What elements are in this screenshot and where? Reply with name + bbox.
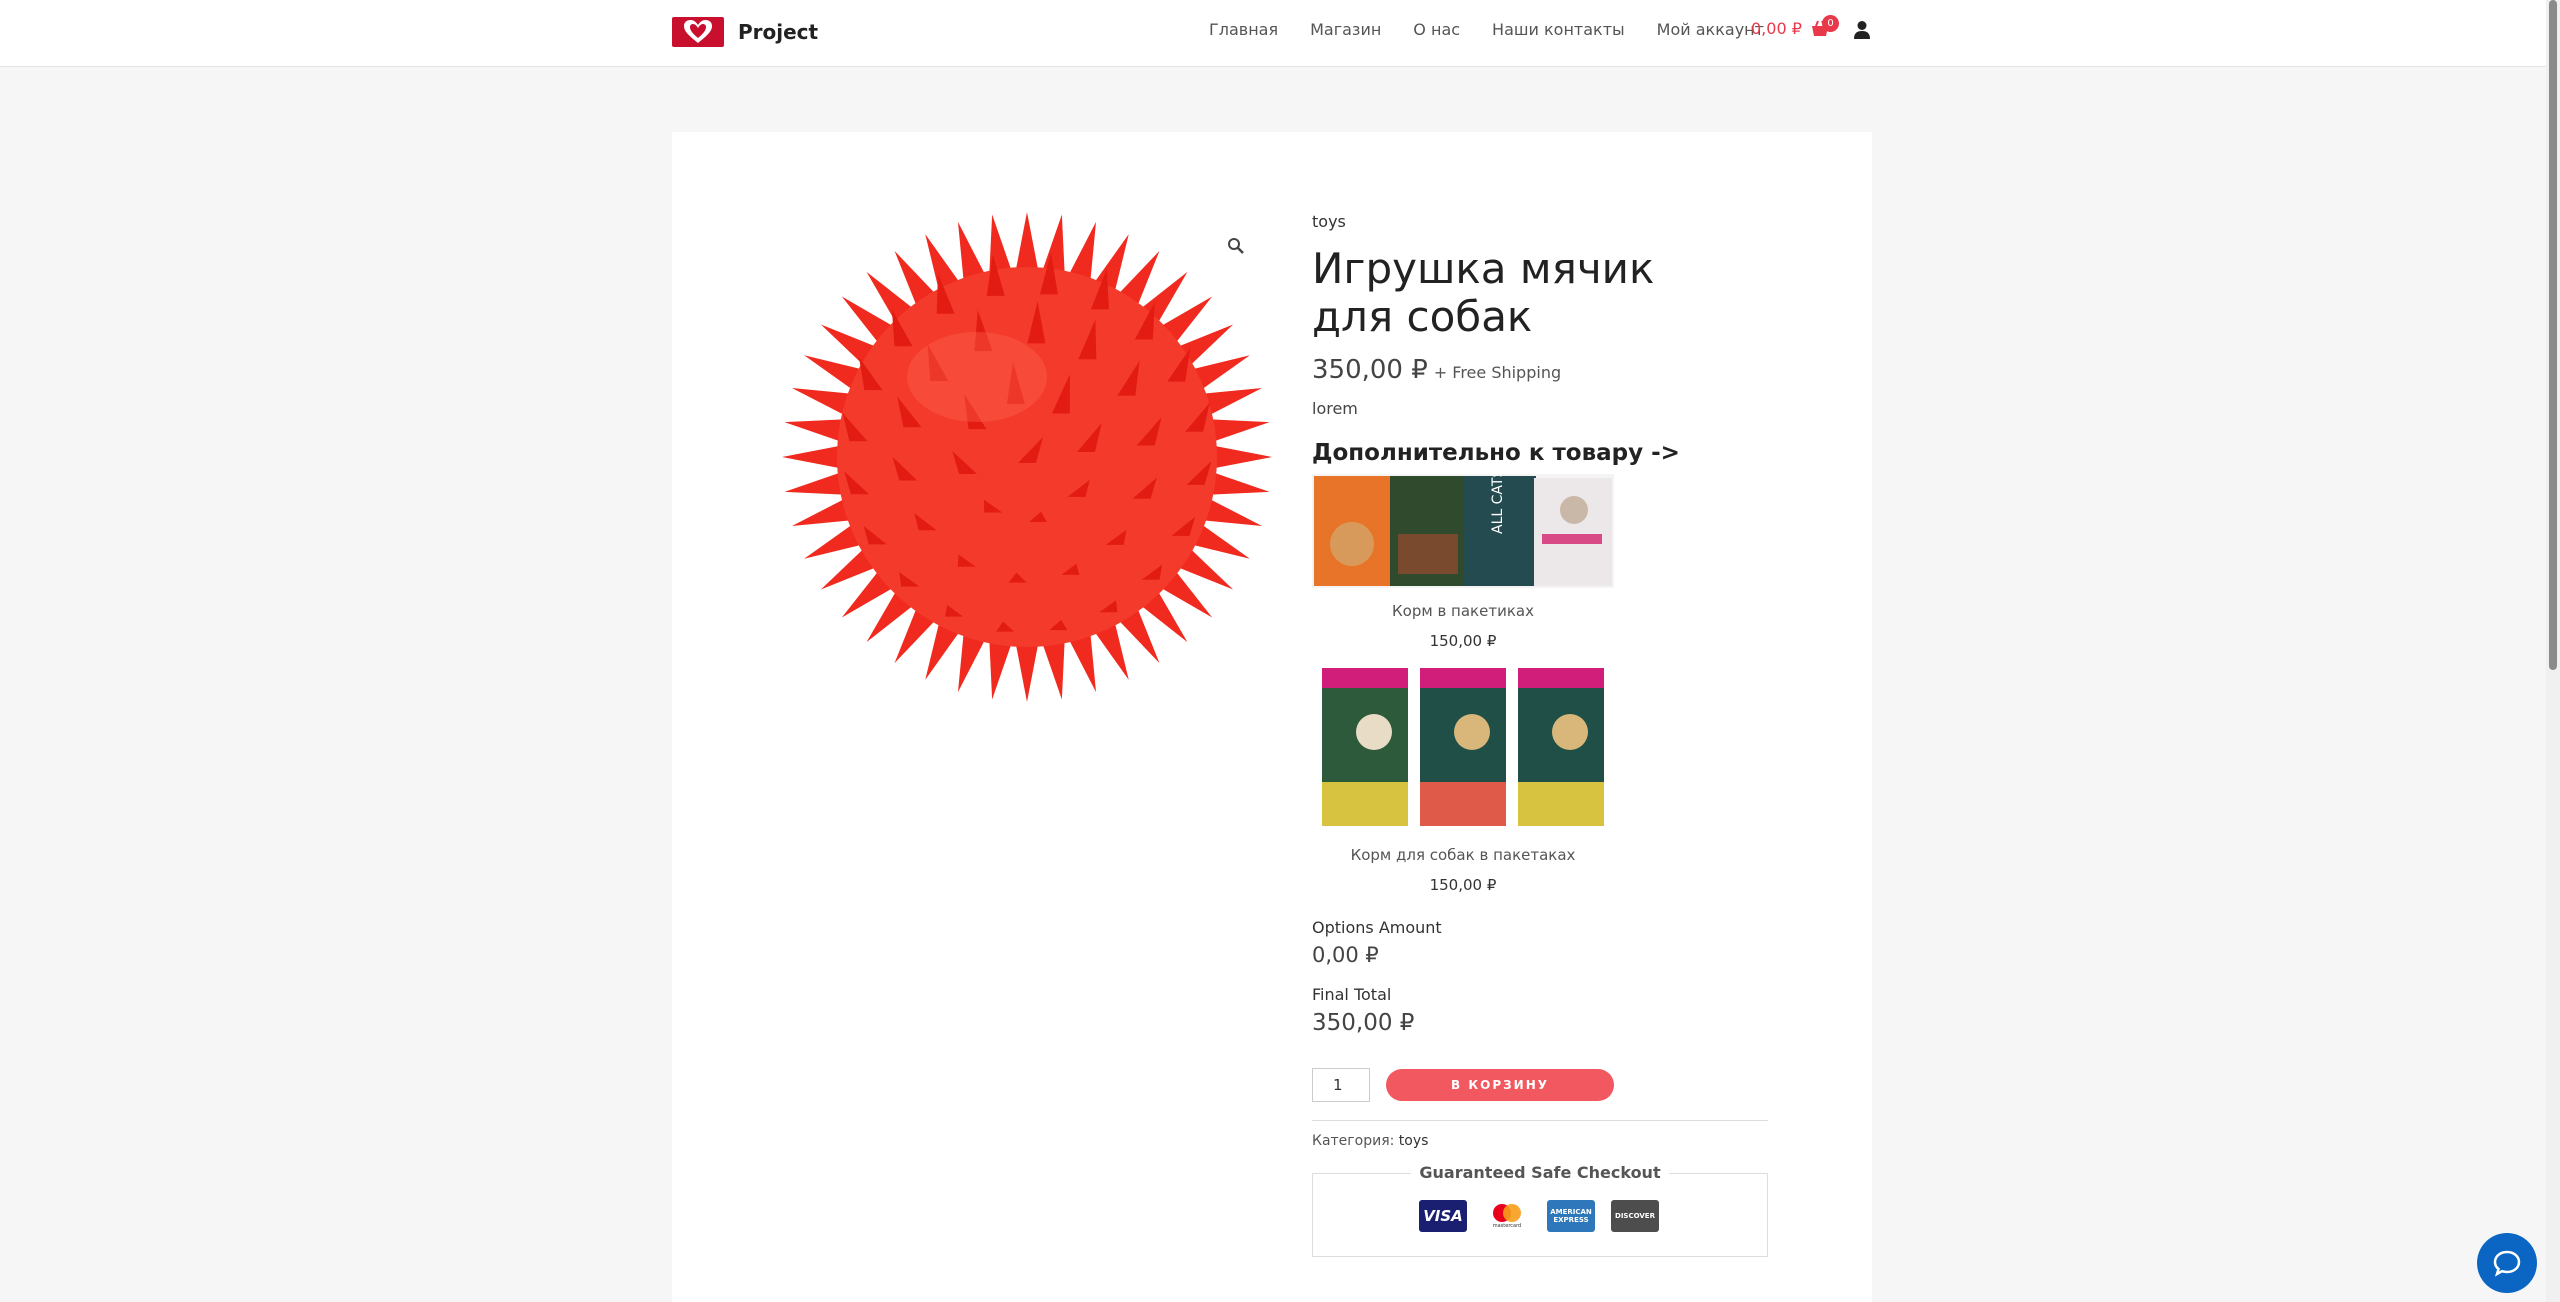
- product-image[interactable]: [777, 207, 1277, 707]
- product-title: Игрушка мячик для собак: [1312, 244, 1655, 341]
- nav-item-home[interactable]: Главная: [1209, 20, 1278, 39]
- nav-item-about[interactable]: О нас: [1413, 20, 1460, 39]
- divider: [1312, 1120, 1768, 1121]
- safe-checkout-title: Guaranteed Safe Checkout: [1411, 1163, 1669, 1182]
- heart-logo-icon: [672, 17, 724, 47]
- amex-icon: AMERICAN EXPRESS: [1547, 1200, 1595, 1232]
- logo-text: Project: [738, 20, 819, 44]
- dog-food-bags-image: [1312, 662, 1614, 832]
- nav-item-account[interactable]: Мой аккаунт: [1657, 20, 1764, 39]
- chat-bubble-icon: [2493, 1250, 2521, 1277]
- category-meta-link[interactable]: toys: [1399, 1133, 1429, 1149]
- category-label: Категория:: [1312, 1133, 1395, 1149]
- addon-price: 150,00 ₽: [1429, 876, 1497, 894]
- safe-checkout-title-wrap: Guaranteed Safe Checkout: [1313, 1163, 1767, 1182]
- payment-icons: VISA mastercard AMERICAN EXPRESS DISCOVE…: [1419, 1200, 1675, 1232]
- site-header: Project Главная Магазин О нас Наши конта…: [0, 0, 2546, 67]
- cat-food-packets-image: ALL CATS: [1312, 469, 1614, 588]
- site-logo[interactable]: Project: [672, 17, 818, 47]
- final-total-label: Final Total: [1312, 985, 1392, 1004]
- add-to-cart-button[interactable]: В КОРЗИНУ: [1386, 1069, 1614, 1101]
- discover-icon: DISCOVER: [1611, 1200, 1659, 1232]
- addon-price: 150,00 ₽: [1429, 632, 1497, 650]
- cart-total: 0,00 ₽: [1751, 19, 1802, 38]
- mastercard-icon: mastercard: [1483, 1200, 1531, 1232]
- product-description: lorem: [1312, 399, 1358, 418]
- final-total-value: 350,00 ₽: [1312, 1010, 1415, 1036]
- safe-checkout-box: Guaranteed Safe Checkout VISA mastercard…: [1312, 1163, 1768, 1257]
- page-scrollbar[interactable]: [2546, 0, 2560, 1302]
- product-price: 350,00 ₽: [1312, 355, 1428, 385]
- addon-name: Корм в пакетиках: [1392, 602, 1534, 620]
- addon-item[interactable]: Корм для собак в пакетаках 150,00 ₽: [1312, 650, 1614, 894]
- header-cart[interactable]: 0,00 ₽: [1751, 19, 1830, 38]
- cart-count-badge: 0: [1822, 15, 1839, 32]
- user-account-icon[interactable]: [1853, 20, 1871, 44]
- product-card: toys Игрушка мячик для собак 350,00 ₽ + …: [672, 132, 1872, 1302]
- scrollbar-thumb[interactable]: [2549, 0, 2557, 670]
- price-row: 350,00 ₽ + Free Shipping: [1312, 355, 1772, 385]
- main-nav: Главная Магазин О нас Наши контакты Мой …: [1209, 20, 1796, 39]
- quantity-input[interactable]: [1312, 1068, 1370, 1102]
- product-summary: toys Игрушка мячик для собак 350,00 ₽ + …: [1312, 212, 1772, 1257]
- options-amount-value: 0,00 ₽: [1312, 943, 1379, 967]
- visa-icon: VISA: [1419, 1200, 1467, 1232]
- addon-name: Корм для собак в пакетаках: [1350, 846, 1576, 864]
- zoom-icon[interactable]: [1227, 237, 1245, 259]
- shipping-note: + Free Shipping: [1433, 363, 1562, 382]
- product-meta: Категория: toys: [1312, 1133, 1772, 1149]
- nav-item-shop[interactable]: Магазин: [1310, 20, 1381, 39]
- add-to-cart-row: В КОРЗИНУ: [1312, 1068, 1772, 1102]
- product-category-link[interactable]: toys: [1312, 212, 1772, 231]
- chat-widget-button[interactable]: [2477, 1233, 2537, 1293]
- nav-item-contacts[interactable]: Наши контакты: [1492, 20, 1625, 39]
- spiky-ball-image: [782, 212, 1272, 702]
- svg-text:ALL CATS: ALL CATS: [1490, 474, 1506, 534]
- addon-item[interactable]: ALL CATS Корм в пакетиках 150,00 ₽: [1312, 466, 1614, 650]
- options-amount-label: Options Amount: [1312, 918, 1442, 937]
- extras-heading: Дополнительно к товару ->: [1312, 440, 1680, 466]
